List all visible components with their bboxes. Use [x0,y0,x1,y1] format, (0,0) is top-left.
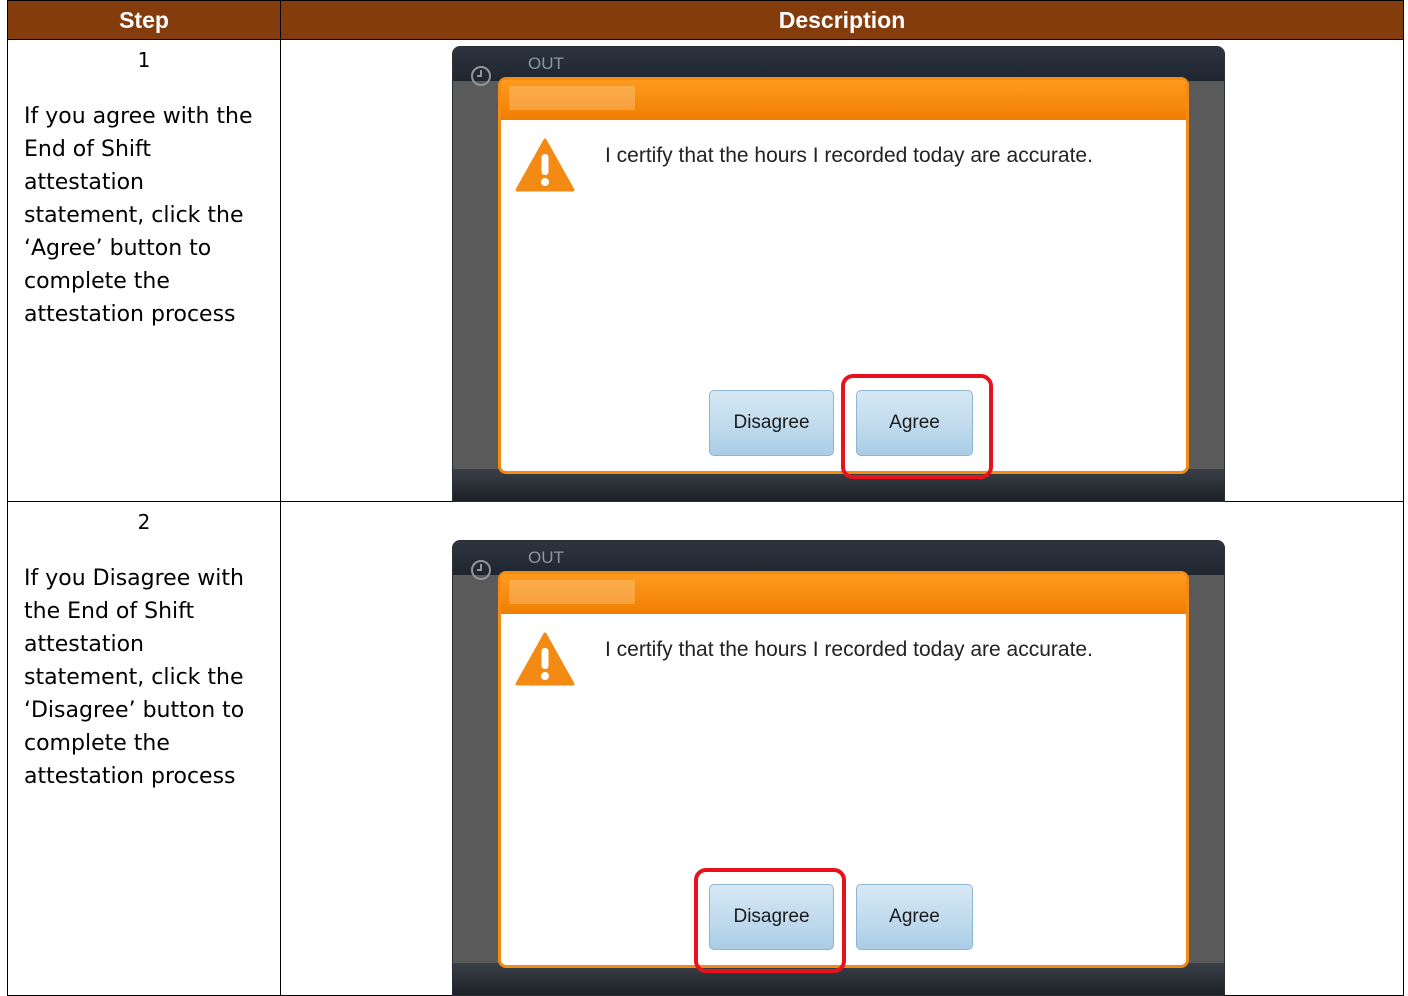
step-cell-2: 2 If you Disagree with the End of Shift … [7,501,281,996]
clock-icon [471,560,491,580]
step-number: 2 [137,510,151,534]
dialog-title-redacted [509,580,635,604]
instruction-table: Step Description 1 If you agree with the… [7,0,1404,996]
step-number: 1 [137,48,151,72]
header-description: Description [280,0,1404,40]
description-cell-1: OUT I certify that the hours I recorded … [280,39,1404,502]
disagree-button[interactable]: Disagree [709,390,834,456]
agree-highlight [841,374,993,479]
status-bar: OUT [453,47,1224,86]
agree-button[interactable]: Agree [856,884,973,950]
dialog-message: I certify that the hours I recorded toda… [605,144,1093,167]
warning-icon [515,138,575,192]
dialog-header [501,80,1186,120]
device-screenshot: OUT I certify that the hours I recorded … [452,540,1225,996]
dialog-header [501,574,1186,614]
out-label: OUT [528,548,564,567]
header-step: Step [7,0,281,40]
status-bar: OUT [453,541,1224,580]
step-instruction: If you Disagree with the End of Shift at… [24,566,245,789]
out-label: OUT [528,54,564,73]
step-instruction: If you agree with the End of Shift attes… [24,104,253,327]
dialog-title-redacted [509,86,635,110]
dialog-message: I certify that the hours I recorded toda… [605,638,1093,661]
clock-icon [471,66,491,86]
disagree-highlight [694,868,846,973]
step-cell-1: 1 If you agree with the End of Shift att… [7,39,281,502]
device-screenshot: OUT I certify that the hours I recorded … [452,46,1225,502]
warning-icon [515,632,575,686]
description-cell-2: OUT I certify that the hours I recorded … [280,501,1404,996]
